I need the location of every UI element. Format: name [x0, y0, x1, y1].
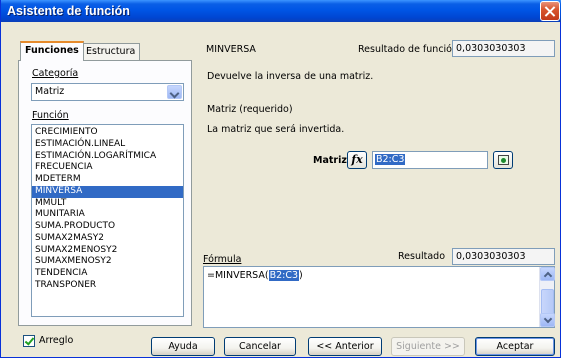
formula-scrollbar[interactable] [539, 267, 555, 327]
function-wizard-dialog: Asistente de función Funciones Estructur… [0, 0, 561, 358]
function-result-field: 0,0303030303 [452, 40, 555, 57]
window-title: Asistente de función [7, 4, 130, 18]
ok-button-label: Aceptar [496, 341, 534, 352]
scroll-down-icon[interactable] [540, 313, 555, 327]
parameter-description: La matriz que será invertida. [207, 124, 345, 135]
list-item[interactable]: FRECUENCIA [32, 162, 183, 174]
parameter-title: Matriz (requerido) [207, 104, 293, 115]
category-select[interactable]: Matriz [31, 83, 184, 101]
tab-estructura[interactable]: Estructura [81, 43, 141, 60]
array-checkbox[interactable] [23, 335, 35, 347]
fx-glyph: fx [351, 153, 363, 166]
function-result-label: Resultado de función [358, 44, 459, 55]
back-button[interactable]: << Anterior [308, 337, 382, 356]
formula-text-prefix: =MINVERSA( [207, 270, 269, 281]
scroll-up-icon[interactable] [540, 267, 555, 281]
category-label: Categoría [32, 68, 79, 79]
function-icon[interactable]: fx [347, 151, 367, 169]
list-item[interactable]: TENDENCIA [32, 268, 183, 280]
back-button-label: << Anterior [316, 341, 374, 352]
list-item[interactable]: CRECIMIENTO [32, 127, 183, 139]
list-item[interactable]: ESTIMACIÓN.LINEAL [32, 139, 183, 151]
cancel-button[interactable]: Cancelar [224, 337, 296, 356]
matrix-arg-input[interactable]: B2:C3 [372, 151, 488, 169]
list-item[interactable]: SUMAXMENOSY2 [32, 256, 183, 268]
list-item[interactable]: SUMAX2MASY2 [32, 233, 183, 245]
formula-label-text: Fórmula [203, 254, 242, 265]
next-button[interactable]: Siguiente >> [391, 337, 465, 356]
shrink-dialog-button[interactable] [493, 151, 513, 169]
formula-result-field: 0,0303030303 [452, 248, 555, 265]
function-description: Devuelve la inversa de una matriz. [207, 71, 374, 82]
function-name: MINVERSA [206, 44, 256, 55]
list-item[interactable]: SUMA.PRODUCTO [32, 221, 183, 233]
formula-text-highlight: B2:C3 [268, 270, 300, 281]
list-item[interactable]: ESTIMACIÓN.LOGARÍTMICA [32, 151, 183, 163]
tab-funciones-label: Funciones [25, 45, 79, 56]
matrix-arg-value: B2:C3 [375, 154, 406, 165]
matrix-arg-label: Matriz [313, 155, 347, 166]
function-list[interactable]: CRECIMIENTO ESTIMACIÓN.LINEAL ESTIMACIÓN… [31, 124, 184, 317]
array-checkbox-label: Arreglo [39, 335, 74, 346]
formula-text-suffix: ) [299, 270, 303, 281]
chevron-down-icon[interactable] [167, 85, 182, 99]
function-result-value: 0,0303030303 [456, 43, 526, 54]
list-item[interactable]: MDETERM [32, 174, 183, 186]
shrink-icon [498, 155, 509, 165]
formula-label: Fórmula [203, 254, 241, 265]
list-item[interactable]: MUNITARIA [32, 209, 183, 221]
formula-result-value: 0,0303030303 [456, 251, 526, 262]
list-item-selected[interactable]: MINVERSA [32, 185, 183, 198]
scroll-thumb[interactable] [541, 289, 554, 315]
function-label: Función [32, 110, 69, 121]
category-value: Matriz [35, 86, 65, 97]
list-item[interactable]: MMULT [32, 198, 183, 210]
next-button-label: Siguiente >> [396, 341, 460, 352]
help-button-label: Ayuda [168, 341, 198, 352]
help-button[interactable]: Ayuda [151, 337, 215, 356]
close-icon[interactable] [540, 1, 560, 21]
list-item[interactable]: TRANSPONER [32, 280, 183, 292]
list-item[interactable]: SUMAX2MENOSY2 [32, 245, 183, 257]
tab-funciones[interactable]: Funciones [20, 41, 84, 61]
formula-result-label: Resultado [398, 251, 446, 262]
cancel-button-label: Cancelar [239, 341, 281, 352]
formula-textarea[interactable]: =MINVERSA(B2:C3) [203, 266, 555, 328]
tab-estructura-label: Estructura [86, 46, 136, 57]
ok-button[interactable]: Aceptar [475, 337, 555, 356]
title-bar[interactable]: Asistente de función [1, 0, 561, 22]
